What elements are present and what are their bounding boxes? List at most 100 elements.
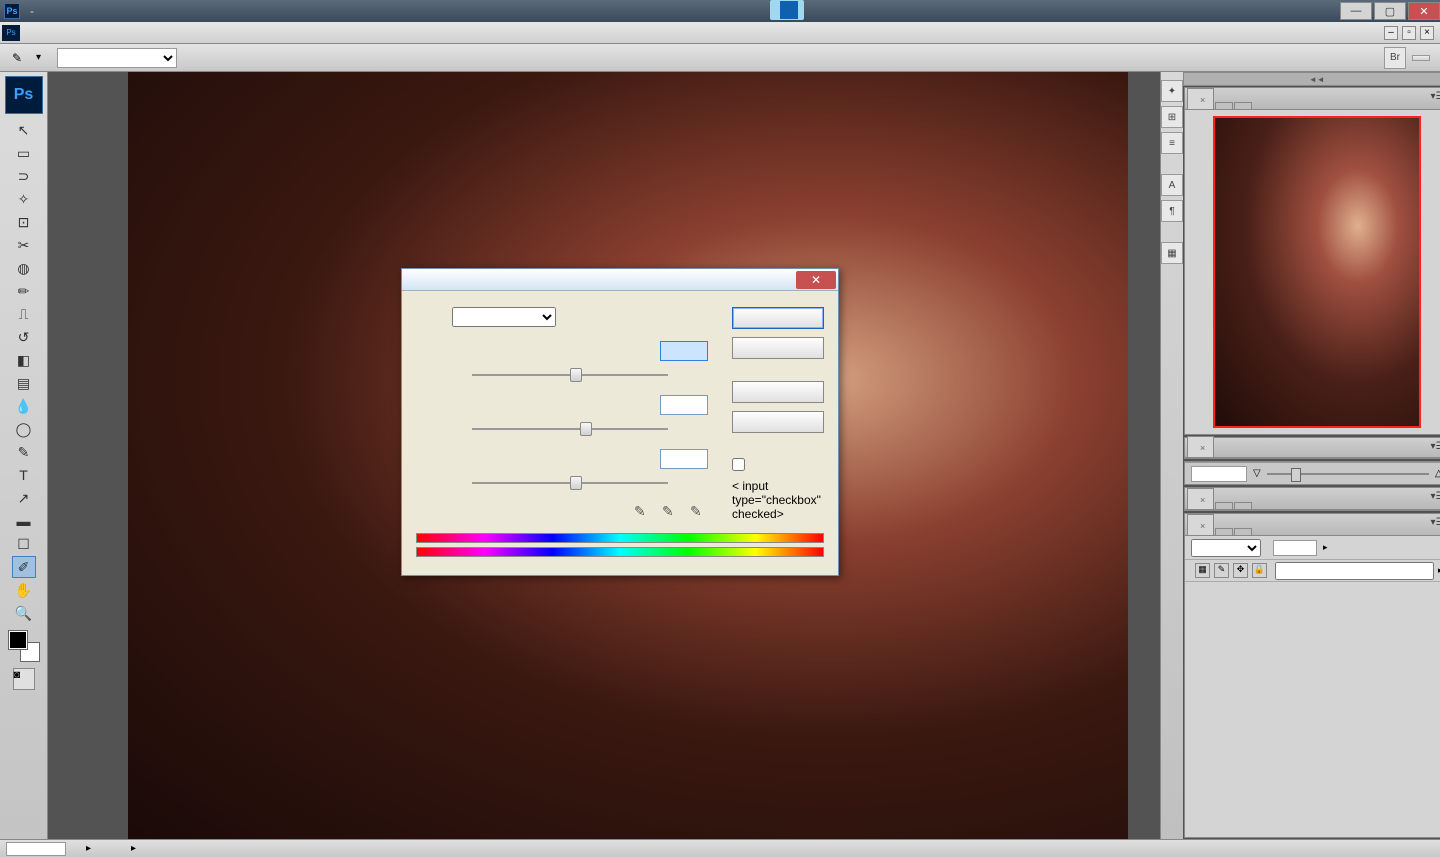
lightness-slider[interactable] (472, 473, 668, 493)
tab-swatches[interactable] (1215, 502, 1233, 509)
color-swatches[interactable] (9, 631, 39, 661)
dock-icon-3[interactable]: ≡ (1161, 132, 1183, 154)
dock-strip: ✦ ⊞ ≡ A ¶ ▦ (1160, 72, 1183, 839)
panel-collapse-handle[interactable] (1183, 72, 1440, 86)
load-button[interactable] (732, 381, 824, 403)
heal-tool[interactable]: ◍ (12, 257, 36, 279)
eyedropper-subtract-icon[interactable]: ✎ (690, 503, 708, 521)
history-panel: × ▾☰ (1184, 437, 1440, 459)
blur-tool[interactable]: 💧 (12, 395, 36, 417)
window-titlebar: Ps - — ▢ ✕ (0, 0, 1440, 22)
eraser-tool[interactable]: ◧ (12, 349, 36, 371)
eyedropper-tool-icon: ✎ (6, 47, 28, 69)
dodge-tool[interactable]: ◯ (12, 418, 36, 440)
preview-checkbox[interactable]: < input type="checkbox" checked> (732, 479, 824, 521)
crop-tool[interactable]: ⊡ (12, 211, 36, 233)
workspace-button[interactable] (1412, 55, 1430, 61)
foreground-color-swatch[interactable] (9, 631, 27, 649)
fill-input[interactable] (1275, 562, 1434, 580)
saturation-slider[interactable] (472, 419, 668, 439)
move-tool[interactable]: ↖ (12, 119, 36, 141)
shape-tool[interactable]: ▬ (12, 510, 36, 532)
ok-button[interactable] (732, 307, 824, 329)
history-brush-tool[interactable]: ↺ (12, 326, 36, 348)
window-close[interactable]: ✕ (1408, 2, 1440, 20)
tab-styles[interactable] (1234, 502, 1252, 509)
mdi-minimize[interactable]: – (1384, 26, 1398, 40)
tab-layers[interactable]: × (1187, 514, 1214, 535)
mdi-restore[interactable]: ▫ (1402, 26, 1416, 40)
menu-bar: Ps – ▫ × (0, 22, 1440, 44)
gradient-tool[interactable]: ▤ (12, 372, 36, 394)
hue-spectrum-bottom (416, 547, 824, 557)
hue-saturation-dialog: ✕ (401, 268, 839, 576)
zoom-in-icon[interactable]: △ (1435, 468, 1440, 479)
bridge-icon[interactable]: Br (1384, 47, 1406, 69)
mdi-close[interactable]: × (1420, 26, 1434, 40)
hue-slider[interactable] (472, 365, 668, 385)
dock-icon-4[interactable]: A (1161, 174, 1183, 196)
dialog-titlebar[interactable]: ✕ (402, 269, 838, 291)
dock-icon-5[interactable]: ¶ (1161, 200, 1183, 222)
status-zoom-input[interactable] (6, 842, 66, 856)
navigator-zoom-slider[interactable] (1267, 473, 1429, 475)
eyedropper-add-icon[interactable]: ✎ (662, 503, 680, 521)
save-button[interactable] (732, 411, 824, 433)
eyedropper-icon[interactable]: ✎ (634, 503, 652, 521)
path-tool[interactable]: ↗ (12, 487, 36, 509)
navigator-thumbnail[interactable] (1213, 116, 1421, 428)
cancel-button[interactable] (732, 337, 824, 359)
dock-icon-1[interactable]: ✦ (1161, 80, 1183, 102)
opacity-input[interactable] (1273, 540, 1317, 556)
colorize-checkbox[interactable] (732, 458, 824, 471)
marquee-tool[interactable]: ▭ (12, 142, 36, 164)
tab-histogram[interactable] (1215, 102, 1233, 109)
type-tool[interactable]: T (12, 464, 36, 486)
color-panel: × ▾☰ (1184, 487, 1440, 511)
edit-channel-select[interactable] (452, 307, 556, 327)
lock-pixels-icon[interactable]: ✎ (1214, 563, 1229, 578)
quickmask-button[interactable]: ◙ (13, 668, 35, 690)
tab-paths[interactable] (1234, 528, 1252, 535)
brush-tool[interactable]: ✏ (12, 280, 36, 302)
toolbox: Ps ↖ ▭ ⊃ ✧ ⊡ ✂ ◍ ✏ ⎍ ↺ ◧ ▤ 💧 ◯ ✎ T ↗ ▬ ☐… (0, 72, 48, 839)
tab-channels[interactable] (1215, 528, 1233, 535)
zoom-tool[interactable]: 🔍 (12, 602, 36, 624)
window-maximize[interactable]: ▢ (1374, 2, 1406, 20)
network-indicator (770, 0, 804, 20)
hue-input[interactable] (660, 341, 708, 361)
slice-tool[interactable]: ✂ (12, 234, 36, 256)
saturation-input[interactable] (660, 395, 708, 415)
panel-menu-icon[interactable]: ▾☰ (1431, 91, 1440, 102)
panel-menu-icon[interactable]: ▾☰ (1431, 441, 1440, 452)
window-minimize[interactable]: — (1340, 2, 1372, 20)
tab-navigator[interactable]: × (1187, 88, 1214, 109)
hand-tool[interactable]: ✋ (12, 579, 36, 601)
tab-history[interactable]: × (1187, 436, 1214, 457)
notes-tool[interactable]: ☐ (12, 533, 36, 555)
sample-size-select[interactable] (57, 48, 177, 68)
layers-panel: × ▾☰ ▸ ▦ ✎ ✥ 🔒 (1184, 513, 1440, 838)
lock-position-icon[interactable]: ✥ (1233, 563, 1248, 578)
lock-all-icon[interactable]: 🔒 (1252, 563, 1267, 578)
lock-transparency-icon[interactable]: ▦ (1195, 563, 1210, 578)
lasso-tool[interactable]: ⊃ (12, 165, 36, 187)
hue-spectrum-top (416, 533, 824, 543)
dialog-close-button[interactable]: ✕ (796, 271, 836, 289)
dock-icon-2[interactable]: ⊞ (1161, 106, 1183, 128)
pen-tool[interactable]: ✎ (12, 441, 36, 463)
lightness-input[interactable] (660, 449, 708, 469)
panel-menu-icon[interactable]: ▾☰ (1431, 517, 1440, 528)
zoom-out-icon[interactable]: ▽ (1253, 468, 1261, 479)
panel-menu-icon[interactable]: ▾☰ (1431, 491, 1440, 502)
eyedropper-tool[interactable]: ✐ (12, 556, 36, 578)
stamp-tool[interactable]: ⎍ (12, 303, 36, 325)
tab-color[interactable]: × (1187, 488, 1214, 509)
options-bar: ✎ ▾ Br (0, 44, 1440, 72)
wand-tool[interactable]: ✧ (12, 188, 36, 210)
blend-mode-select[interactable] (1191, 539, 1261, 557)
ps-logo-icon: Ps (5, 76, 43, 114)
navigator-zoom-input[interactable] (1191, 466, 1247, 482)
tab-info[interactable] (1234, 102, 1252, 109)
dock-icon-6[interactable]: ▦ (1161, 242, 1183, 264)
